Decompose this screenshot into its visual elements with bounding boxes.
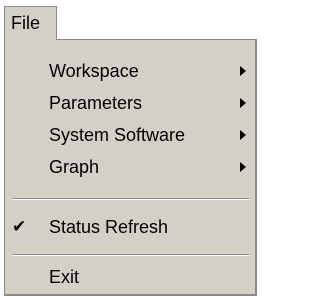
- submenu-arrow-icon: [240, 130, 246, 140]
- menu-separator: [13, 198, 249, 200]
- menu-bar: File: [0, 0, 257, 40]
- file-menu-label: File: [11, 13, 41, 33]
- submenu-arrow-icon: [240, 66, 246, 76]
- menu-separator: [13, 254, 249, 256]
- submenu-arrow-icon: [240, 162, 246, 172]
- menu-item-workspace[interactable]: Workspace: [5, 56, 254, 86]
- menu-item-graph[interactable]: Graph: [5, 152, 254, 182]
- checkmark-icon: ✔: [12, 217, 27, 236]
- menu-item-system-software[interactable]: System Software: [5, 120, 254, 150]
- menu-item-status-refresh[interactable]: ✔ Status Refresh: [5, 212, 254, 242]
- menu-item-label: System Software: [49, 125, 186, 145]
- menu-item-label: Status Refresh: [49, 217, 169, 237]
- menu-item-label: Graph: [49, 157, 100, 177]
- menu-item-label: Parameters: [49, 93, 143, 113]
- menu-item-exit[interactable]: Exit: [5, 262, 254, 292]
- menu-item-label: Workspace: [49, 61, 139, 81]
- file-dropdown-menu: Workspace Parameters System Software Gra…: [4, 39, 257, 296]
- submenu-arrow-icon: [240, 98, 246, 108]
- file-menu[interactable]: File: [4, 6, 57, 40]
- menu-item-label: Exit: [49, 267, 80, 287]
- menu-item-parameters[interactable]: Parameters: [5, 88, 254, 118]
